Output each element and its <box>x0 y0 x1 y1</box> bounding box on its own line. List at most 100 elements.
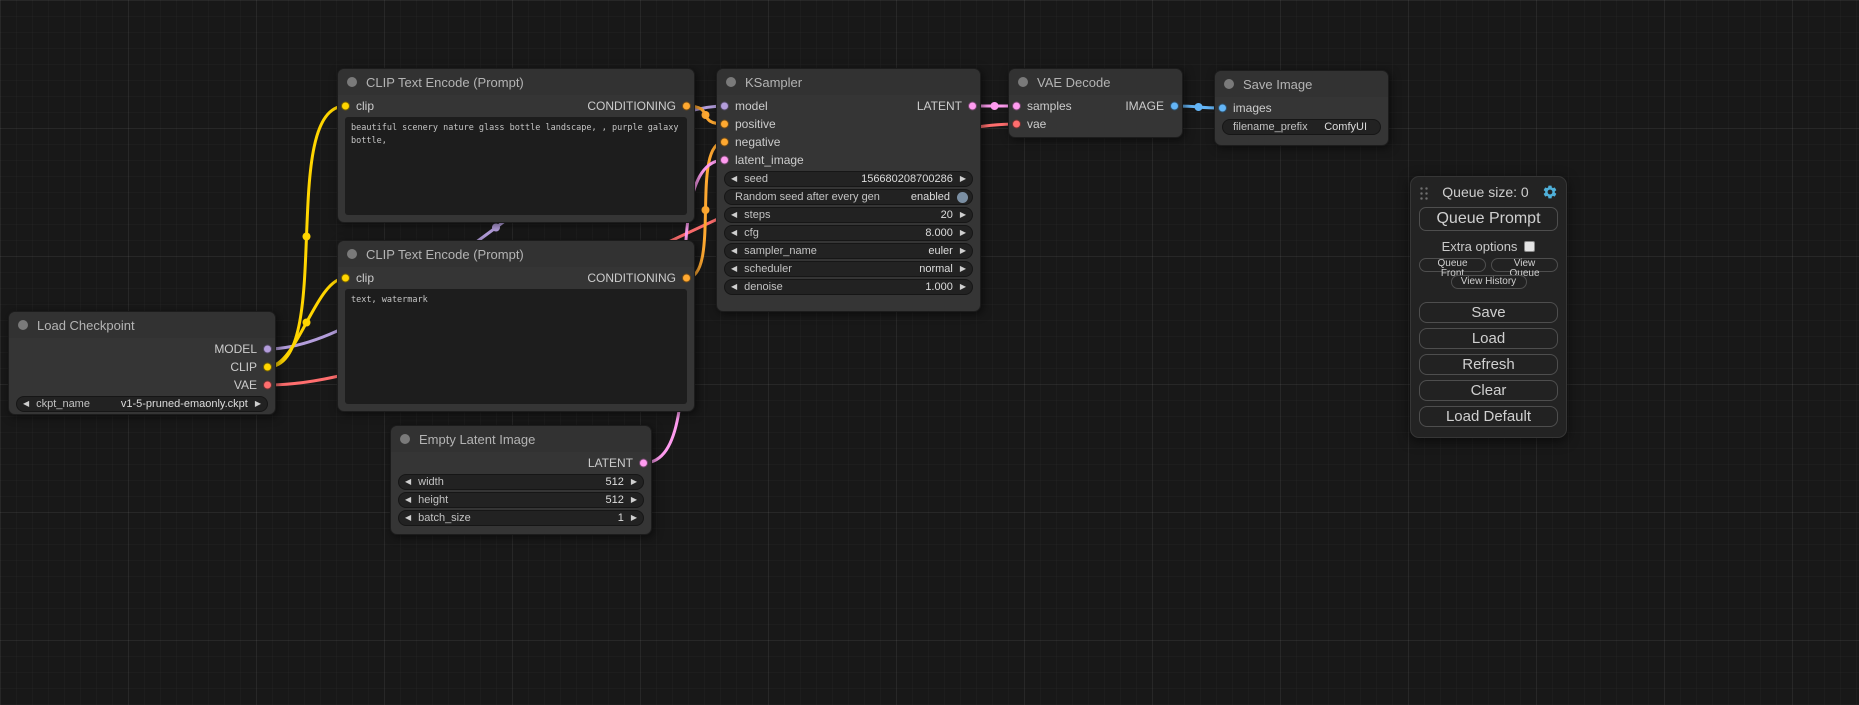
decrement-arrow-icon[interactable]: ◀ <box>405 496 411 504</box>
steps-widget[interactable]: ◀ steps 20 ▶ <box>724 207 973 223</box>
increment-arrow-icon[interactable]: ▶ <box>631 478 637 486</box>
increment-arrow-icon[interactable]: ▶ <box>960 283 966 291</box>
slot-row: model LATENT <box>717 97 980 115</box>
clip-input-port[interactable] <box>341 274 350 283</box>
increment-arrow-icon[interactable]: ▶ <box>960 211 966 219</box>
queue-front-button[interactable]: Queue Front <box>1419 258 1486 272</box>
drag-handle-icon[interactable] <box>1419 185 1429 200</box>
output-label: LATENT <box>588 456 633 470</box>
increment-arrow-icon[interactable]: ▶ <box>960 247 966 255</box>
decrement-arrow-icon[interactable]: ◀ <box>405 478 411 486</box>
decrement-arrow-icon[interactable]: ◀ <box>731 211 737 219</box>
node-title: Load Checkpoint <box>37 318 135 333</box>
decrement-arrow-icon[interactable]: ◀ <box>731 175 737 183</box>
decrement-arrow-icon[interactable]: ◀ <box>405 514 411 522</box>
extra-options-checkbox[interactable] <box>1524 241 1535 252</box>
widget-name: filename_prefix <box>1233 121 1308 133</box>
latent-output-port[interactable] <box>968 102 977 111</box>
decrement-arrow-icon[interactable]: ◀ <box>731 247 737 255</box>
latent-output-port[interactable] <box>639 459 648 468</box>
ckpt-name-widget[interactable]: ◀ ckpt_name v1-5-pruned-emaonly.ckpt ▶ <box>16 396 268 412</box>
save-button[interactable]: Save <box>1419 302 1558 323</box>
images-input-port[interactable] <box>1218 104 1227 113</box>
load-default-button[interactable]: Load Default <box>1419 406 1558 427</box>
node-header[interactable]: VAE Decode <box>1009 69 1182 95</box>
latent-image-input-port[interactable] <box>720 156 729 165</box>
increment-arrow-icon[interactable]: ▶ <box>255 400 261 408</box>
vae-input-port[interactable] <box>1012 120 1021 129</box>
filename-prefix-widget[interactable]: filename_prefix ComfyUI <box>1222 119 1381 135</box>
increment-arrow-icon[interactable]: ▶ <box>631 496 637 504</box>
clip-input-port[interactable] <box>341 102 350 111</box>
view-history-button[interactable]: View History <box>1451 275 1527 289</box>
node-header[interactable]: CLIP Text Encode (Prompt) <box>338 241 694 267</box>
increment-arrow-icon[interactable]: ▶ <box>960 175 966 183</box>
collapse-dot-icon[interactable] <box>347 249 357 259</box>
node-header[interactable]: Empty Latent Image <box>391 426 651 452</box>
node-header[interactable]: CLIP Text Encode (Prompt) <box>338 69 694 95</box>
increment-arrow-icon[interactable]: ▶ <box>960 265 966 273</box>
negative-prompt-textarea[interactable]: text, watermark <box>345 289 687 404</box>
width-widget[interactable]: ◀ width 512 ▶ <box>398 474 644 490</box>
node-load-checkpoint[interactable]: Load Checkpoint MODEL CLIP VAE ◀ ckpt_na… <box>8 311 276 415</box>
node-canvas[interactable]: Load Checkpoint MODEL CLIP VAE ◀ ckpt_na… <box>0 0 1859 705</box>
widget-name: ckpt_name <box>36 398 90 410</box>
input-label: positive <box>735 117 776 131</box>
node-header[interactable]: KSampler <box>717 69 980 95</box>
model-input-port[interactable] <box>720 102 729 111</box>
increment-arrow-icon[interactable]: ▶ <box>960 229 966 237</box>
node-clip-text-encode-positive[interactable]: CLIP Text Encode (Prompt) clip CONDITION… <box>337 68 695 223</box>
queue-buttons-row: Queue Front View Queue <box>1419 258 1558 272</box>
height-widget[interactable]: ◀ height 512 ▶ <box>398 492 644 508</box>
load-button[interactable]: Load <box>1419 328 1558 349</box>
refresh-button[interactable]: Refresh <box>1419 354 1558 375</box>
model-output-port[interactable] <box>263 345 272 354</box>
conditioning-output-port[interactable] <box>682 102 691 111</box>
scheduler-widget[interactable]: ◀ scheduler normal ▶ <box>724 261 973 277</box>
batch-size-widget[interactable]: ◀ batch_size 1 ▶ <box>398 510 644 526</box>
decrement-arrow-icon[interactable]: ◀ <box>23 400 29 408</box>
negative-input-port[interactable] <box>720 138 729 147</box>
node-clip-text-encode-negative[interactable]: CLIP Text Encode (Prompt) clip CONDITION… <box>337 240 695 412</box>
slot-row: clip CONDITIONING <box>338 97 694 115</box>
widget-value: enabled <box>911 191 950 203</box>
node-empty-latent-image[interactable]: Empty Latent Image LATENT ◀ width 512 ▶ … <box>390 425 652 535</box>
output-label: IMAGE <box>1125 99 1164 113</box>
image-output-port[interactable] <box>1170 102 1179 111</box>
output-label: CLIP <box>230 360 257 374</box>
clip-output-port[interactable] <box>263 363 272 372</box>
vae-output-port[interactable] <box>263 381 272 390</box>
random-seed-toggle-widget[interactable]: Random seed after every gen enabled <box>724 189 973 205</box>
decrement-arrow-icon[interactable]: ◀ <box>731 229 737 237</box>
toggle-dot-icon[interactable] <box>957 192 968 203</box>
node-vae-decode[interactable]: VAE Decode samples IMAGE vae <box>1008 68 1183 138</box>
decrement-arrow-icon[interactable]: ◀ <box>731 283 737 291</box>
clear-button[interactable]: Clear <box>1419 380 1558 401</box>
collapse-dot-icon[interactable] <box>1224 79 1234 89</box>
cfg-widget[interactable]: ◀ cfg 8.000 ▶ <box>724 225 973 241</box>
node-ksampler[interactable]: KSampler model LATENT positive negative … <box>716 68 981 312</box>
increment-arrow-icon[interactable]: ▶ <box>631 514 637 522</box>
samples-input-port[interactable] <box>1012 102 1021 111</box>
sampler-name-widget[interactable]: ◀ sampler_name euler ▶ <box>724 243 973 259</box>
positive-prompt-textarea[interactable]: beautiful scenery nature glass bottle la… <box>345 117 687 215</box>
view-queue-button[interactable]: View Queue <box>1491 258 1558 272</box>
widget-name: sampler_name <box>744 245 817 257</box>
collapse-dot-icon[interactable] <box>347 77 357 87</box>
conditioning-output-port[interactable] <box>682 274 691 283</box>
gear-icon[interactable] <box>1542 184 1558 200</box>
widget-name: denoise <box>744 281 783 293</box>
node-header[interactable]: Save Image <box>1215 71 1388 97</box>
node-header[interactable]: Load Checkpoint <box>9 312 275 338</box>
decrement-arrow-icon[interactable]: ◀ <box>731 265 737 273</box>
widget-value: 512 <box>605 494 623 506</box>
node-save-image[interactable]: Save Image images filename_prefix ComfyU… <box>1214 70 1389 146</box>
collapse-dot-icon[interactable] <box>400 434 410 444</box>
seed-widget[interactable]: ◀ seed 156680208700286 ▶ <box>724 171 973 187</box>
denoise-widget[interactable]: ◀ denoise 1.000 ▶ <box>724 279 973 295</box>
collapse-dot-icon[interactable] <box>18 320 28 330</box>
queue-prompt-button[interactable]: Queue Prompt <box>1419 207 1558 231</box>
collapse-dot-icon[interactable] <box>1018 77 1028 87</box>
collapse-dot-icon[interactable] <box>726 77 736 87</box>
positive-input-port[interactable] <box>720 120 729 129</box>
